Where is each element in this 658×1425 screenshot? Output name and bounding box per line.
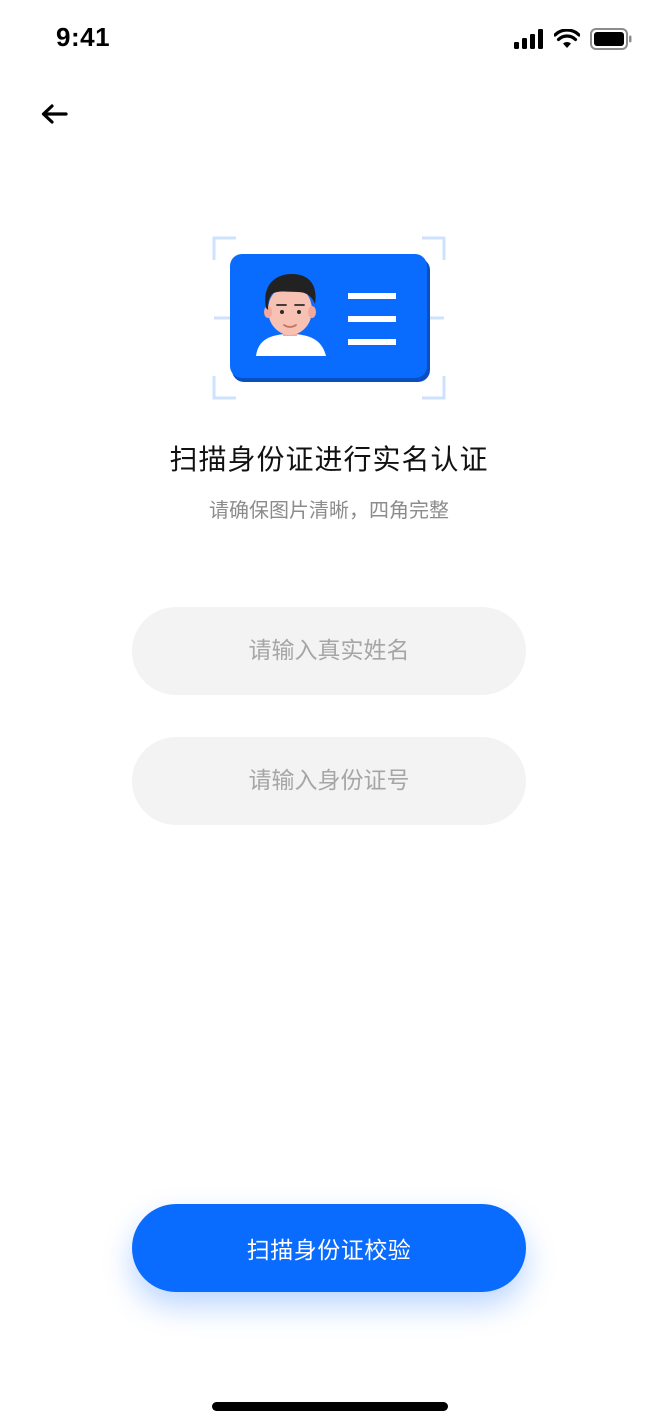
battery-icon: [590, 28, 632, 50]
status-icons: [514, 28, 632, 50]
id-number-input[interactable]: [132, 737, 526, 825]
wifi-icon: [554, 29, 580, 49]
signal-icon: [514, 29, 544, 49]
arrow-left-icon: [40, 103, 68, 129]
id-card-icon: [212, 236, 446, 400]
status-bar: 9:41: [0, 0, 658, 80]
home-indicator: [212, 1402, 448, 1411]
back-button[interactable]: [36, 100, 72, 132]
page-title: 扫描身份证进行实名认证: [169, 443, 489, 476]
page-subtitle: 请确保图片清晰，四角完整: [209, 498, 449, 522]
status-time: 9:41: [56, 22, 111, 52]
id-card-illustration: [212, 236, 446, 400]
scan-id-verify-button[interactable]: 扫描身份证校验: [132, 1204, 526, 1292]
real-name-input[interactable]: [132, 607, 526, 695]
